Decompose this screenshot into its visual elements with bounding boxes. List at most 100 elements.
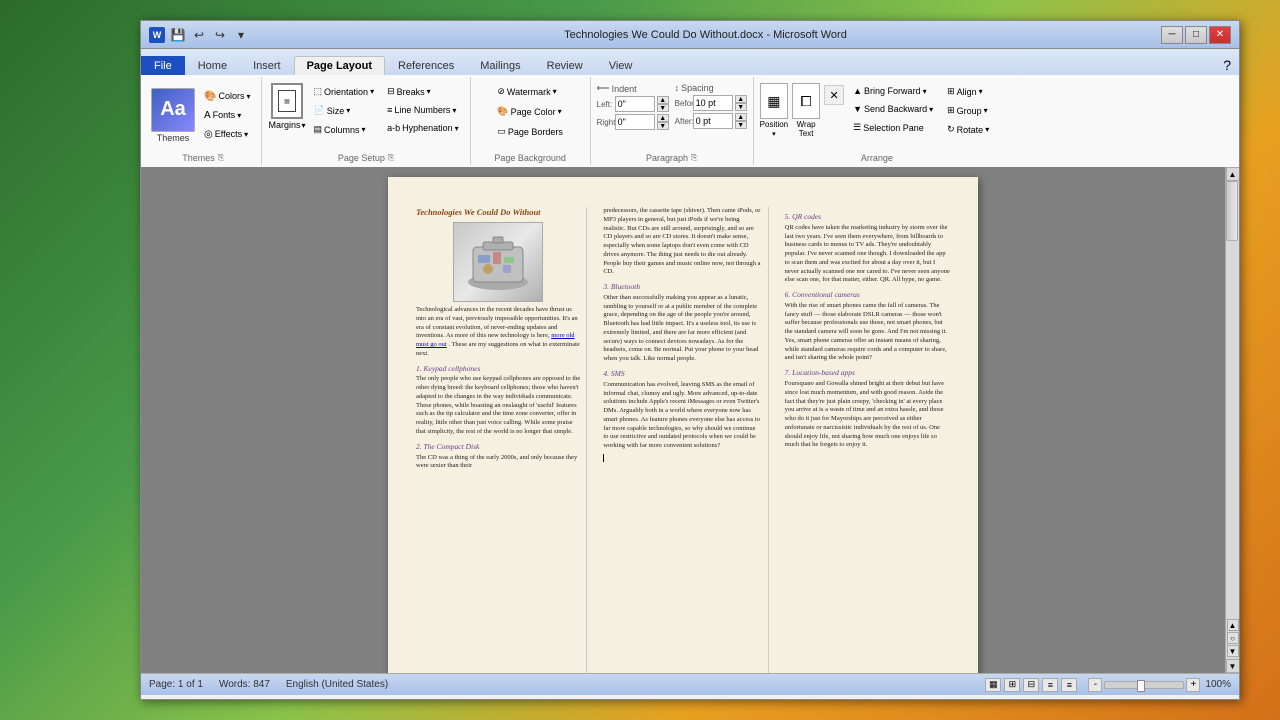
- tab-references[interactable]: References: [385, 56, 467, 75]
- tab-view[interactable]: View: [596, 56, 646, 75]
- close-button[interactable]: ✕: [1209, 26, 1231, 44]
- outline-btn[interactable]: ≡: [1042, 678, 1058, 692]
- page-bg-content: ⊘ Watermark ▾ 🎨 Page Color ▾ ▭ Page Bord…: [492, 79, 568, 151]
- section2-text-partial: The CD was a thing of the early 2000s, a…: [416, 454, 580, 472]
- title-bar-left: W 💾 ↩ ↪ ▾: [149, 26, 250, 44]
- vertical-scrollbar[interactable]: ▲ ▲ ○ ▼ ▼: [1225, 167, 1239, 673]
- paragraph-expand[interactable]: ⎘: [691, 153, 697, 163]
- page-color-btn[interactable]: 🎨 Page Color ▾: [492, 103, 566, 120]
- themes-expand[interactable]: ⎘: [218, 153, 224, 163]
- column-1: Technologies We Could Do Without: [416, 207, 587, 673]
- doc-area: Technologies We Could Do Without: [141, 167, 1239, 673]
- zoom-in-btn[interactable]: +: [1186, 678, 1200, 692]
- spacing-after-up[interactable]: ▲: [735, 113, 747, 121]
- column-2: predecessors, the cassette tape (shiver)…: [597, 207, 768, 673]
- window-title: Technologies We Could Do Without.docx - …: [250, 29, 1161, 41]
- ribbon-close-btn[interactable]: ✕: [824, 85, 844, 105]
- effects-btn[interactable]: ◎ Effects ▾: [199, 126, 255, 143]
- arrange-group-label: Arrange: [861, 153, 893, 163]
- save-quick-btn[interactable]: 💾: [169, 26, 187, 44]
- zoom-thumb[interactable]: [1137, 680, 1145, 692]
- bring-forward-btn[interactable]: ▲ Bring Forward ▾: [848, 83, 938, 99]
- indent-left-row: Left: ▲ ▼: [597, 96, 669, 112]
- spacing-after-input[interactable]: [693, 113, 733, 129]
- scroll-thumb[interactable]: [1226, 181, 1238, 241]
- watermark-label: Watermark: [507, 87, 551, 97]
- tab-mailings[interactable]: Mailings: [467, 56, 533, 75]
- tab-file[interactable]: File: [141, 56, 185, 75]
- rotate-btn[interactable]: ↻ Rotate ▾: [942, 121, 994, 138]
- zoom-slider[interactable]: [1104, 681, 1184, 689]
- send-backward-btn[interactable]: ▼ Send Backward ▾: [848, 101, 938, 117]
- align-arrow: ▾: [979, 87, 983, 96]
- draft-btn[interactable]: ≡: [1061, 678, 1077, 692]
- maximize-button[interactable]: □: [1185, 26, 1207, 44]
- spacing-before-input[interactable]: [693, 95, 733, 111]
- page-bg-group-label: Page Background: [494, 153, 566, 163]
- watermark-btn[interactable]: ⊘ Watermark ▾: [492, 83, 561, 100]
- tab-insert[interactable]: Insert: [240, 56, 294, 75]
- columns-arrow: ▾: [362, 125, 366, 134]
- indent-right-row: Right: ▲ ▼: [597, 114, 669, 130]
- spacing-after-row: After: ▲ ▼: [675, 113, 747, 129]
- indent-left-up[interactable]: ▲: [657, 96, 669, 104]
- themes-large-btn[interactable]: Aa Themes: [151, 88, 195, 143]
- rotate-label: Rotate: [957, 125, 984, 135]
- section1-text: The only people who use keypad cellphone…: [416, 375, 580, 436]
- scroll-page-down[interactable]: ▼: [1227, 645, 1239, 657]
- spacing-label: ↕ Spacing: [675, 83, 747, 93]
- orientation-btn[interactable]: ⬚ Orientation ▾: [309, 83, 380, 100]
- tab-review[interactable]: Review: [534, 56, 596, 75]
- help-icon[interactable]: ?: [1223, 57, 1231, 73]
- size-btn[interactable]: 📄 Size ▾: [309, 102, 380, 119]
- scroll-down-btn[interactable]: ▼: [1226, 659, 1240, 673]
- minimize-button[interactable]: ─: [1161, 26, 1183, 44]
- zoom-out-btn[interactable]: -: [1088, 678, 1102, 692]
- indent-right-down[interactable]: ▼: [657, 122, 669, 130]
- print-layout-btn[interactable]: ▦: [985, 678, 1001, 692]
- tab-home[interactable]: Home: [185, 56, 240, 75]
- web-layout-btn[interactable]: ⊟: [1023, 678, 1039, 692]
- spacing-before-up[interactable]: ▲: [735, 95, 747, 103]
- full-reading-btn[interactable]: ⊞: [1004, 678, 1020, 692]
- breaks-arrow: ▾: [427, 87, 431, 96]
- indent-left-down[interactable]: ▼: [657, 104, 669, 112]
- colors-btn[interactable]: 🎨 Colors ▾: [199, 88, 255, 105]
- doc-content[interactable]: Technologies We Could Do Without: [141, 167, 1225, 673]
- customize-quick-btn[interactable]: ▾: [232, 26, 250, 44]
- indent-right-up[interactable]: ▲: [657, 114, 669, 122]
- undo-quick-btn[interactable]: ↩: [190, 26, 208, 44]
- page-borders-btn[interactable]: ▭ Page Borders: [492, 123, 568, 140]
- redo-quick-btn[interactable]: ↪: [211, 26, 229, 44]
- group-btn[interactable]: ⊞ Group ▾: [942, 102, 994, 119]
- section5-title: 5. QR codes: [785, 212, 950, 222]
- page-setup-expand[interactable]: ⎘: [388, 153, 394, 163]
- section6-text: With the rise of smart phones came the f…: [785, 302, 950, 363]
- spacing-before-down[interactable]: ▼: [735, 103, 747, 111]
- wrap-text-btn[interactable]: ⧠ WrapText: [792, 83, 820, 138]
- scroll-up-btn[interactable]: ▲: [1226, 167, 1240, 181]
- line-numbers-btn[interactable]: ≡ Line Numbers ▾: [382, 102, 464, 118]
- position-btn[interactable]: ▦ Position ▾: [760, 83, 788, 138]
- align-btn[interactable]: ⊞ Align ▾: [942, 83, 994, 100]
- after-label: After:: [675, 117, 691, 126]
- columns-btn[interactable]: ▤ Columns ▾: [309, 121, 380, 138]
- spacing-after-down[interactable]: ▼: [735, 121, 747, 129]
- page-color-label: Page Color: [511, 107, 556, 117]
- fonts-label: Fonts: [213, 110, 236, 120]
- fonts-btn[interactable]: A Fonts ▾: [199, 107, 255, 124]
- indent-left-input[interactable]: [615, 96, 655, 112]
- section6-title: 6. Conventional cameras: [785, 290, 950, 300]
- indent-right-input[interactable]: [615, 114, 655, 130]
- scroll-circle[interactable]: ○: [1227, 632, 1239, 644]
- selection-pane-btn[interactable]: ☰ Selection Pane: [848, 119, 938, 136]
- scroll-page-up[interactable]: ▲: [1227, 619, 1239, 631]
- bring-forward-arrow: ▾: [923, 87, 927, 96]
- group-icon: ⊞: [947, 105, 955, 116]
- scroll-track[interactable]: [1226, 181, 1239, 617]
- hyphenation-btn[interactable]: a-b Hyphenation ▾: [382, 120, 464, 136]
- margins-large-btn[interactable]: ▦ Margins ▾: [268, 83, 305, 130]
- breaks-btn[interactable]: ⊟ Breaks ▾: [382, 83, 464, 100]
- indent-section: ⟵ Indent Left: ▲ ▼ Right:: [597, 83, 669, 130]
- tab-page-layout[interactable]: Page Layout: [294, 56, 385, 75]
